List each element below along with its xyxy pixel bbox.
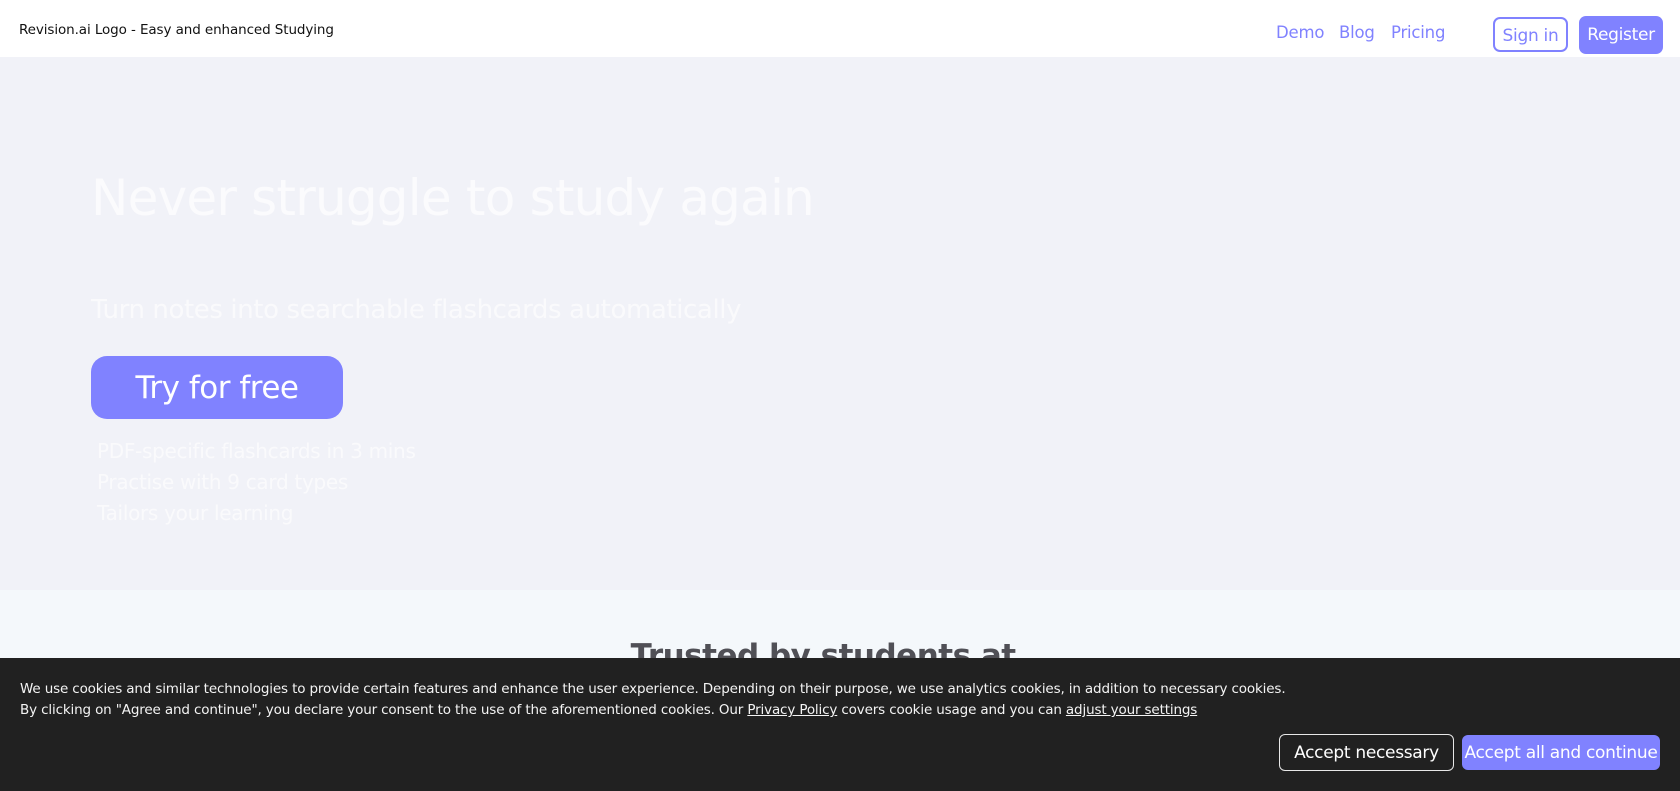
cookie-line-2: By clicking on "Agree and continue", you… (20, 700, 1285, 721)
nav-pricing-link[interactable]: Pricing (1391, 23, 1445, 42)
hero-section: Never struggle to study again Turn notes… (0, 57, 1680, 590)
logo[interactable]: Revision.ai Logo - Easy and enhanced Stu… (19, 22, 334, 38)
sign-in-button[interactable]: Sign in (1493, 17, 1568, 52)
site-header: Revision.ai Logo - Easy and enhanced Stu… (0, 0, 1680, 57)
feature-item: Tailors your learning (97, 501, 294, 525)
feature-list: PDF-specific flashcards in 3 mins Practi… (97, 436, 416, 529)
accept-all-button[interactable]: Accept all and continue (1462, 735, 1660, 770)
cookie-text-fragment: covers cookie usage and you can (837, 702, 1066, 718)
cookie-banner: We use cookies and similar technologies … (0, 658, 1680, 791)
register-button[interactable]: Register (1579, 16, 1663, 54)
cookie-message: We use cookies and similar technologies … (20, 679, 1286, 721)
cookie-line-1: We use cookies and similar technologies … (20, 681, 1286, 697)
hero-title: Never struggle to study again (91, 169, 815, 227)
accept-necessary-button[interactable]: Accept necessary (1279, 734, 1454, 771)
adjust-settings-link[interactable]: adjust your settings (1066, 702, 1197, 718)
cookie-text-fragment: By clicking on "Agree and continue", you… (20, 702, 748, 718)
privacy-policy-link[interactable]: Privacy Policy (747, 702, 837, 718)
feature-item: Practise with 9 card types (97, 470, 349, 494)
try-for-free-button[interactable]: Try for free (91, 356, 343, 419)
nav-blog-link[interactable]: Blog (1339, 23, 1375, 42)
hero-subtitle: Turn notes into searchable flashcards au… (91, 295, 742, 325)
feature-item: PDF-specific flashcards in 3 mins (97, 439, 416, 463)
nav-demo-link[interactable]: Demo (1276, 23, 1324, 42)
